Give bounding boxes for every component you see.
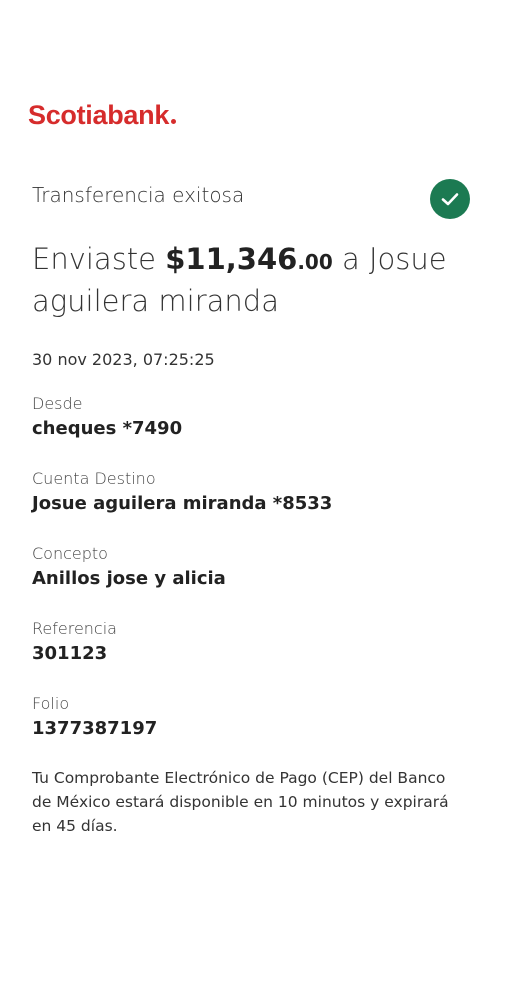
detail-desde: Desde cheques *7490	[32, 392, 474, 442]
detail-label: Concepto	[32, 544, 108, 563]
scotiabank-logo: Scotiabank	[28, 100, 177, 131]
detail-label: Desde	[32, 394, 83, 413]
check-circle-icon	[430, 179, 470, 219]
detail-label: Cuenta Destino	[32, 469, 156, 488]
logo-dot	[171, 119, 177, 124]
headline-prefix: Enviaste	[32, 242, 166, 276]
detail-referencia: Referencia 301123	[32, 617, 474, 667]
brand-name: Scotiabank	[28, 100, 170, 130]
detail-concepto: Concepto Anillos jose y alicia	[32, 542, 474, 592]
amount-value: $11,346	[165, 242, 298, 276]
detail-value: 1377387197	[32, 718, 158, 739]
detail-value: Josue aguilera miranda *8533	[32, 493, 333, 514]
transfer-datetime: 30 nov 2023, 07:25:25	[32, 350, 215, 369]
status-text: Transferencia exitosa	[32, 183, 245, 207]
transfer-summary: Enviaste $11,346.00 a Josue aguilera mir…	[32, 240, 466, 321]
detail-value: cheques *7490	[32, 418, 183, 439]
detail-label: Referencia	[32, 619, 117, 638]
detail-value: Anillos jose y alicia	[32, 568, 226, 589]
status-row: Transferencia exitosa	[32, 172, 474, 219]
amount-cents: .00	[297, 250, 333, 274]
detail-folio: Folio 1377387197	[32, 692, 474, 742]
detail-value: 301123	[32, 643, 108, 664]
cep-note: Tu Comprobante Electrónico de Pago (CEP)…	[32, 769, 449, 835]
checkmark-icon	[441, 193, 459, 206]
detail-label: Folio	[32, 694, 70, 713]
detail-cuenta-destino: Cuenta Destino Josue aguilera miranda *8…	[32, 467, 474, 517]
